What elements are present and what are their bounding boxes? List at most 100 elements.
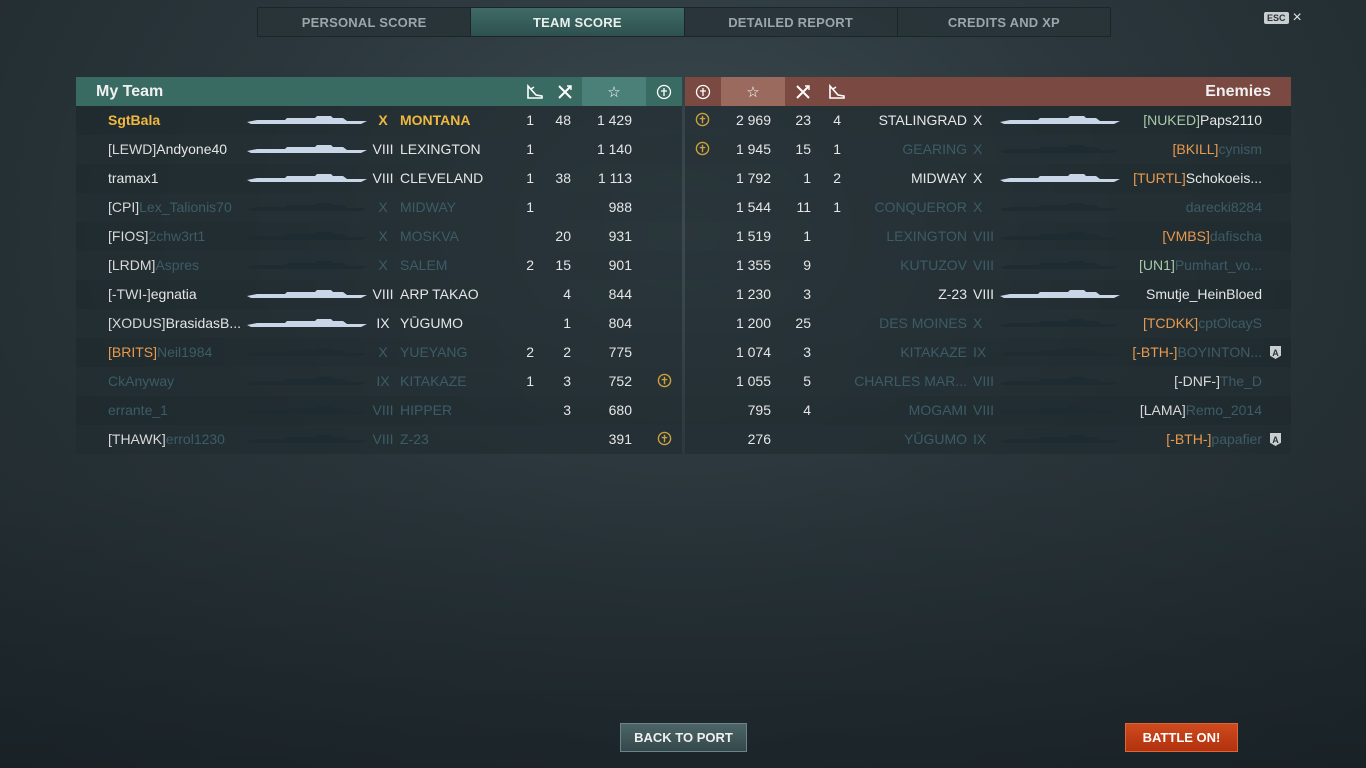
medal-icon: [657, 431, 672, 446]
player-nickname: darecki8284: [1185, 199, 1262, 215]
player-row[interactable]: [FIOS]2chw3rt1 X MOSKVA 20 931: [76, 222, 682, 251]
tab-credits-xp[interactable]: CREDITS AND XP: [898, 8, 1110, 36]
player-name: darecki8284: [1125, 199, 1262, 215]
enemy-row[interactable]: 1 792 1 2 MIDWAY X [TURTL]Schokoeis...: [685, 164, 1291, 193]
player-nickname: cynism: [1218, 141, 1262, 157]
player-row[interactable]: [CPI]Lex_Talionis70 X MIDWAY 1 988: [76, 193, 682, 222]
enemy-row[interactable]: 1 519 1 LEXINGTON VIII [VMBS]dafischa: [685, 222, 1291, 251]
player-row[interactable]: tramax1 VIII CLEVELAND 1 38 1 113: [76, 164, 682, 193]
base-xp: 844: [608, 286, 632, 302]
enemy-row[interactable]: 1 055 5 CHARLES MAR... VIII [-DNF-]The_D: [685, 367, 1291, 396]
base-xp: 1 544: [735, 199, 771, 215]
ship-tier: IX: [973, 431, 987, 447]
close-icon: ×: [1292, 9, 1302, 26]
close-button[interactable]: ESC ×: [1264, 9, 1302, 26]
ship-silhouette: [1000, 318, 1120, 328]
ribbons-count: 2: [526, 344, 534, 360]
star-icon[interactable]: ☆: [721, 77, 785, 106]
player-row[interactable]: [THAWK]errol1230 VIII Z-23 391: [76, 425, 682, 454]
ship-tier: X: [378, 199, 388, 215]
back-to-port-button[interactable]: BACK TO PORT: [620, 723, 747, 752]
player-row[interactable]: [-TWI-]egnatia VIII ARP TAKAO 4 844: [76, 280, 682, 309]
enemy-row[interactable]: 1 074 3 KITAKAZE IX [-BTH-]BOYINTON... A: [685, 338, 1291, 367]
ship-name: LEXINGTON: [886, 228, 967, 244]
player-nickname: papafier: [1211, 431, 1262, 447]
player-row[interactable]: SgtBala X MONTANA 1 48 1 429: [76, 106, 682, 135]
player-row[interactable]: [XODUS]BrasidasB... IX YŪGUMO 1 804: [76, 309, 682, 338]
ship-name: Z-23: [938, 286, 967, 302]
player-name: [LEWD]Andyone40: [108, 141, 227, 157]
kills-count: 9: [803, 257, 811, 273]
tab-detailed-report[interactable]: DETAILED REPORT: [685, 8, 898, 36]
player-nickname: cptOlcayS: [1198, 315, 1262, 331]
ship-name: KITAKAZE: [900, 344, 967, 360]
player-row[interactable]: CkAnyway IX KITAKAZE 1 3 752: [76, 367, 682, 396]
base-xp: 1 945: [735, 141, 771, 157]
base-xp: 1 429: [596, 112, 632, 128]
ship-silhouette: [1000, 405, 1120, 415]
base-xp: 1 074: [735, 344, 771, 360]
player-nickname: errante_1: [108, 402, 168, 418]
enemy-row[interactable]: 2 969 23 4 STALINGRAD X [NUKED]Paps2110: [685, 106, 1291, 135]
clan-tag: [LEWD]: [108, 141, 157, 157]
ship-name: YUEYANG: [400, 344, 468, 360]
ship-name: Z-23: [400, 431, 429, 447]
ship-tier: X: [378, 344, 388, 360]
ship-name: GEARING: [902, 141, 967, 157]
enemy-row[interactable]: 1 544 11 1 CONQUEROR Xdarecki8284: [685, 193, 1291, 222]
ribbons-count: 2: [526, 257, 534, 273]
player-row[interactable]: [LRDM]Aspres X SALEM 2 15 901: [76, 251, 682, 280]
player-name: [THAWK]errol1230: [108, 431, 225, 447]
medal-icon[interactable]: [646, 77, 682, 106]
medal-icon: [657, 373, 672, 388]
ship-silhouette: [247, 115, 367, 125]
ship-name: ARP TAKAO: [400, 286, 479, 302]
player-name: [NUKED]Paps2110: [1125, 112, 1262, 128]
battle-on-button[interactable]: BATTLE ON!: [1125, 723, 1238, 752]
tab-personal-score[interactable]: PERSONAL SCORE: [258, 8, 472, 36]
player-nickname: 2chw3rt1: [148, 228, 206, 244]
kills-icon[interactable]: [785, 77, 821, 106]
kills-icon[interactable]: [547, 77, 583, 106]
enemy-row[interactable]: 795 4 MOGAMI VIII [LAMA]Remo_2014: [685, 396, 1291, 425]
ship-name: MOSKVA: [400, 228, 459, 244]
enemy-row[interactable]: 1 355 9 KUTUZOV VIII [UN1]Pumhart_vo...: [685, 251, 1291, 280]
my-team-panel: My Team ☆ SgtBala X MONTANA 1 48 1 429 [LEWD]A…: [76, 77, 682, 454]
player-name: [LRDM]Aspres: [108, 257, 199, 273]
star-icon[interactable]: ☆: [582, 77, 646, 106]
ship-tier: IX: [376, 373, 390, 389]
player-nickname: tramax1: [108, 170, 159, 186]
ship-name: MOGAMI: [908, 402, 967, 418]
player-row[interactable]: [LEWD]Andyone40 VIII LEXINGTON 1 1 140: [76, 135, 682, 164]
kills-count: 3: [803, 286, 811, 302]
clan-tag: [-TWI-]: [108, 286, 151, 302]
tab-team-score[interactable]: TEAM SCORE: [471, 8, 685, 36]
ribbon-icon[interactable]: [819, 77, 855, 106]
ship-silhouette: [1000, 173, 1120, 183]
base-xp: 752: [608, 373, 632, 389]
enemy-row[interactable]: 1 200 25 DES MOINES X [TCDKK]cptOlcayS: [685, 309, 1291, 338]
enemy-row[interactable]: 1 230 3 Z-23 VIII Smutje_HeinBloed: [685, 280, 1291, 309]
clan-tag: [BRITS]: [108, 344, 158, 360]
player-row[interactable]: errante_1 VIII HIPPER 3 680: [76, 396, 682, 425]
base-xp: 1 140: [596, 141, 632, 157]
ribbons-count: 1: [526, 170, 534, 186]
base-xp: 2 969: [735, 112, 771, 128]
enemies-panel: ☆ Enemies 2 969 23 4 STALINGRAD X [NUKED]Paps…: [685, 77, 1291, 454]
ship-name: MONTANA: [400, 112, 471, 128]
ship-silhouette: [247, 405, 367, 415]
division-badge: A: [1270, 433, 1281, 446]
player-name: [-BTH-]BOYINTON...: [1125, 344, 1262, 360]
enemy-row[interactable]: 1 945 15 1 GEARING X [BKILL]cynism: [685, 135, 1291, 164]
ship-tier: VIII: [372, 170, 394, 186]
ship-tier: IX: [376, 315, 390, 331]
ship-silhouette: [1000, 144, 1120, 154]
enemy-row[interactable]: 276 YŪGUMO IX [-BTH-]papafier A: [685, 425, 1291, 454]
kills-count: 3: [563, 402, 571, 418]
ship-silhouette: [247, 202, 367, 212]
player-row[interactable]: [BRITS]Neil1984 X YUEYANG 2 2 775: [76, 338, 682, 367]
medal-icon[interactable]: [685, 77, 721, 106]
base-xp: 795: [747, 402, 771, 418]
ship-tier: VIII: [973, 257, 995, 273]
medal-icon: [695, 112, 710, 127]
